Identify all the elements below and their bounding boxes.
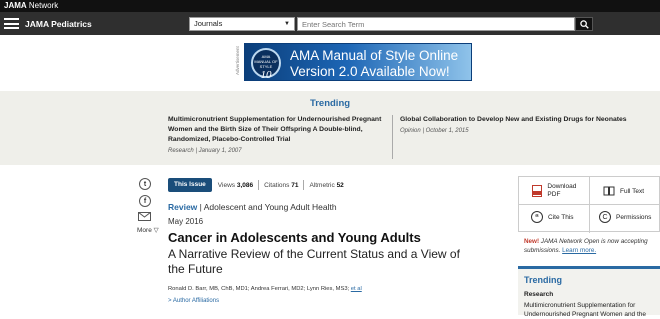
trending-divider [392, 115, 393, 159]
trending-band: Trending Multimicronutrient Supplementat… [0, 91, 660, 165]
journal-header: JAMA Pediatrics Journals ▼ [0, 12, 660, 35]
ad-banner[interactable]: AMA MANUAL OF STYLE 10 AMA Manual of Sty… [244, 43, 472, 81]
views-count: 3,086 [236, 181, 254, 189]
cite-this-button[interactable]: “ Cite This [531, 211, 574, 223]
network-brand[interactable]: JAMA [4, 1, 27, 10]
advertisement-zone: Advertisement AMA MANUAL OF STYLE 10 AMA… [0, 35, 660, 91]
journal-title[interactable]: JAMA Pediatrics [25, 19, 92, 29]
pdf-icon [531, 185, 542, 197]
email-icon[interactable] [138, 212, 151, 221]
facebook-icon[interactable]: f [139, 195, 151, 207]
article-metrics: This Issue Views 3,086 Citations 71 Altm… [168, 178, 508, 192]
quote-icon: “ [531, 211, 543, 223]
ad-subline: Version 2.0 Available Now! [290, 64, 450, 79]
search-icon [579, 19, 589, 29]
ad-label: Advertisement [235, 46, 240, 75]
copyright-icon: C [599, 211, 611, 223]
sidebar-trending: Trending Research Multimicronutrient Sup… [518, 266, 660, 318]
search-input[interactable] [297, 17, 575, 31]
et-al-link[interactable]: et al [351, 286, 362, 292]
article-date: May 2016 [168, 217, 204, 226]
ad-badge: AMA MANUAL OF STYLE 10 [251, 48, 281, 81]
learn-more-link[interactable]: Learn more. [562, 247, 596, 254]
search-scope-select[interactable]: Journals ▼ [189, 17, 295, 31]
search-bar: Journals ▼ [189, 17, 593, 31]
altmetric-link[interactable]: Altmetric 52 [309, 182, 343, 189]
trending-item[interactable]: Global Collaboration to Develop New and … [400, 115, 640, 134]
chevron-down-icon: ▽ [153, 227, 159, 234]
article-tools-panel: Download PDF Full Text “ Cite This C Per… [518, 176, 660, 233]
trending-item[interactable]: Multimicronutrient Supplementation for U… [168, 115, 388, 154]
ad-headline: AMA Manual of Style Online [290, 48, 459, 63]
sidebar-trending-heading: Trending [524, 275, 562, 285]
download-pdf-button[interactable]: Download PDF [531, 183, 589, 199]
twitter-icon[interactable]: t [139, 178, 151, 190]
article-header: This Issue Views 3,086 Citations 71 Altm… [168, 178, 508, 304]
more-share-button[interactable]: More ▽ [137, 226, 159, 234]
jama-open-notice: New! JAMA Network Open is now accepting … [524, 238, 648, 254]
sidebar-trending-link[interactable]: Multimicronutrient Supplementation for U… [524, 301, 654, 319]
chevron-right-icon: > [168, 298, 172, 304]
menu-icon[interactable] [4, 18, 19, 29]
book-icon [603, 185, 615, 197]
article-title: Cancer in Adolescents and Young Adults [168, 230, 421, 245]
sidebar-trending-category: Research [524, 291, 554, 298]
author-affiliations-toggle[interactable]: > Author Affiliations [168, 298, 508, 304]
article-type-link[interactable]: Review [168, 202, 197, 212]
trending-heading: Trending [309, 98, 351, 109]
full-text-button[interactable]: Full Text [603, 185, 644, 197]
network-bar: JAMA Network [0, 0, 660, 12]
search-button[interactable] [575, 17, 593, 31]
article-subtitle: A Narrative Review of the Current Status… [168, 247, 460, 276]
this-issue-button[interactable]: This Issue [168, 178, 212, 192]
permissions-button[interactable]: C Permissions [599, 211, 651, 223]
article-section: Review | Adolescent and Young Adult Heal… [168, 202, 337, 212]
share-bar: t f More ▽ [137, 178, 159, 234]
author-list: Ronald D. Barr, MB, ChB, MD1; Andrea Fer… [168, 286, 362, 292]
citations-link[interactable]: Citations 71 [264, 182, 298, 189]
chevron-down-icon: ▼ [284, 21, 290, 27]
